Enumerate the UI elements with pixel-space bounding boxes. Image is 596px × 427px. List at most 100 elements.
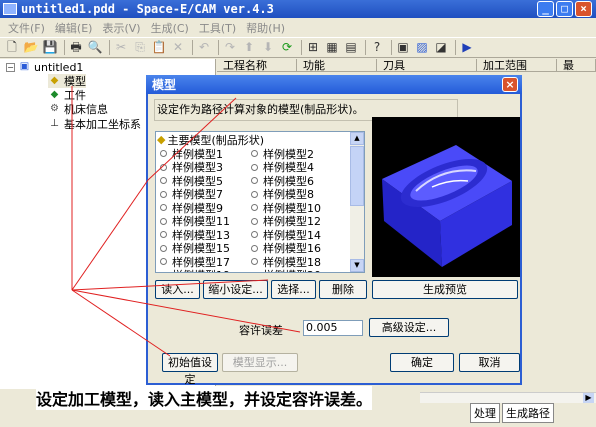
menu-edit[interactable]: 编辑(E): [55, 20, 93, 36]
toolbar-separator: [455, 40, 456, 55]
up-arrow-icon[interactable]: ⬆: [241, 40, 257, 55]
radio-icon[interactable]: [160, 258, 167, 265]
table-icon[interactable]: ▦: [324, 40, 340, 55]
radio-icon[interactable]: [251, 271, 258, 272]
ok-button[interactable]: 确定: [390, 353, 454, 372]
radio-icon[interactable]: [251, 163, 258, 171]
list-item-label: 样例模型19: [172, 267, 230, 272]
radio-icon[interactable]: [160, 271, 167, 272]
window-icon[interactable]: ▣: [395, 40, 411, 55]
advanced-settings-button[interactable]: 高级设定...: [369, 318, 449, 337]
model-folder-icon: ◆: [157, 133, 166, 146]
help-icon[interactable]: ?: [369, 40, 385, 55]
menu-file[interactable]: 文件(F): [8, 20, 45, 36]
new-file-icon[interactable]: 🗋: [4, 40, 20, 55]
radio-icon[interactable]: [251, 190, 258, 198]
redo-icon[interactable]: ↷: [222, 40, 238, 55]
delete-icon[interactable]: ✕: [170, 40, 186, 55]
column-header[interactable]: 工程名称: [217, 59, 297, 71]
tab-generate-path[interactable]: 生成路径: [502, 403, 554, 423]
column-header[interactable]: 刀具: [377, 59, 477, 71]
column-header[interactable]: 加工范围: [477, 59, 557, 71]
refresh-icon[interactable]: ⟳: [279, 40, 295, 55]
copy-icon[interactable]: ⎘: [132, 40, 148, 55]
toolbar: 🗋 📂 💾 🖶 🔍 ✂ ⎘ 📋 ✕ ↶ ↷ ⬆ ⬇ ⟳ ⊞ ▦ ▤ ? ▣ ▨ …: [0, 37, 596, 58]
model-display-button[interactable]: 模型显示...: [222, 353, 298, 372]
tolerance-label: 容许误差: [239, 324, 283, 337]
tab-process[interactable]: 处理: [470, 403, 500, 423]
radio-icon[interactable]: [251, 217, 258, 225]
tree-icon[interactable]: ⊞: [305, 40, 321, 55]
tree-item-machine[interactable]: ⚙ 机床信息: [48, 102, 108, 116]
tree-root[interactable]: − ▣ untitled1: [6, 60, 83, 74]
initial-value-button[interactable]: 初始值设定: [162, 353, 218, 386]
menu-generate[interactable]: 生成(C): [151, 20, 189, 36]
menu-help[interactable]: 帮助(H): [246, 20, 285, 36]
grid-icon[interactable]: ▤: [343, 40, 359, 55]
cut-icon[interactable]: ✂: [113, 40, 129, 55]
play-icon[interactable]: ▶: [459, 40, 475, 55]
radio-icon[interactable]: [160, 244, 167, 252]
image-icon[interactable]: ▨: [414, 40, 430, 55]
close-button[interactable]: ×: [575, 1, 592, 17]
tree-item-coordinate[interactable]: ⊥ 基本加工坐标系: [48, 117, 141, 131]
column-header[interactable]: 最: [557, 59, 596, 71]
select-button[interactable]: 选择...: [271, 280, 316, 299]
scroll-right-icon[interactable]: ▶: [583, 393, 594, 403]
radio-icon[interactable]: [251, 258, 258, 265]
tree-item-model[interactable]: ◆ 模型: [48, 74, 86, 88]
radio-icon[interactable]: [160, 163, 167, 171]
app-icon: [3, 3, 17, 15]
scroll-down-icon[interactable]: ▼: [350, 259, 364, 272]
menu-view[interactable]: 表示(V): [102, 20, 140, 36]
model-preview-graphic: [382, 145, 512, 267]
radio-icon[interactable]: [160, 231, 167, 238]
list-item[interactable]: 样例模型20: [249, 269, 321, 272]
paste-icon[interactable]: 📋: [151, 40, 167, 55]
generate-preview-button[interactable]: 生成预览: [372, 280, 518, 299]
menu-bar: 文件(F) 编辑(E) 表示(V) 生成(C) 工具(T) 帮助(H): [0, 19, 596, 36]
list-scrollbar[interactable]: ▲ ▼: [350, 132, 364, 272]
down-arrow-icon[interactable]: ⬇: [260, 40, 276, 55]
radio-icon[interactable]: [251, 244, 258, 252]
radio-icon[interactable]: [251, 150, 258, 157]
tutorial-caption: 设定加工模型，读入主模型，并设定容许误差。: [36, 386, 373, 410]
radio-icon[interactable]: [160, 150, 167, 157]
read-button[interactable]: 读入...: [155, 280, 200, 299]
print-preview-icon[interactable]: 🔍: [87, 40, 103, 55]
image2-icon[interactable]: ◪: [433, 40, 449, 55]
radio-icon[interactable]: [251, 204, 258, 211]
undo-icon[interactable]: ↶: [196, 40, 212, 55]
model-list[interactable]: ◆ 主要模型(制品形状) 样例模型1 样例模型2 样例模型3 样例模型4 样例模型5 样例…: [155, 131, 365, 273]
radio-icon[interactable]: [160, 204, 167, 211]
collapse-icon[interactable]: −: [6, 62, 15, 72]
save-icon[interactable]: 💾: [42, 40, 58, 55]
open-folder-icon[interactable]: 📂: [23, 40, 39, 55]
column-header[interactable]: 功能: [297, 59, 377, 71]
radio-icon[interactable]: [251, 231, 258, 238]
minimize-button[interactable]: _: [537, 1, 554, 17]
delete-button[interactable]: 删除: [319, 280, 367, 299]
list-header[interactable]: ◆ 主要模型(制品形状): [157, 133, 264, 147]
project-icon: ▣: [19, 61, 30, 72]
toolbar-separator: [391, 40, 392, 55]
shrink-setting-button[interactable]: 缩小设定...: [203, 280, 268, 299]
tolerance-input[interactable]: 0.005: [303, 320, 363, 336]
radio-icon[interactable]: [160, 217, 167, 225]
radio-icon[interactable]: [251, 177, 258, 184]
menu-tools[interactable]: 工具(T): [199, 20, 236, 36]
scroll-up-icon[interactable]: ▲: [350, 132, 364, 145]
print-icon[interactable]: 🖶: [68, 40, 84, 55]
dialog-title-bar: 模型 ×: [146, 75, 522, 94]
horizontal-scrollbar[interactable]: ▶: [420, 392, 596, 403]
scroll-thumb[interactable]: [350, 146, 364, 206]
radio-icon[interactable]: [160, 177, 167, 184]
cancel-button[interactable]: 取消: [459, 353, 520, 372]
radio-icon[interactable]: [160, 190, 167, 198]
tree-item-label: 机床信息: [64, 103, 108, 116]
dialog-close-button[interactable]: ×: [502, 77, 518, 92]
maximize-button[interactable]: □: [556, 1, 573, 17]
list-item[interactable]: 样例模型19: [158, 267, 230, 272]
tree-item-workpiece[interactable]: ◆ 工件: [48, 88, 86, 102]
toolbar-separator: [365, 40, 366, 55]
